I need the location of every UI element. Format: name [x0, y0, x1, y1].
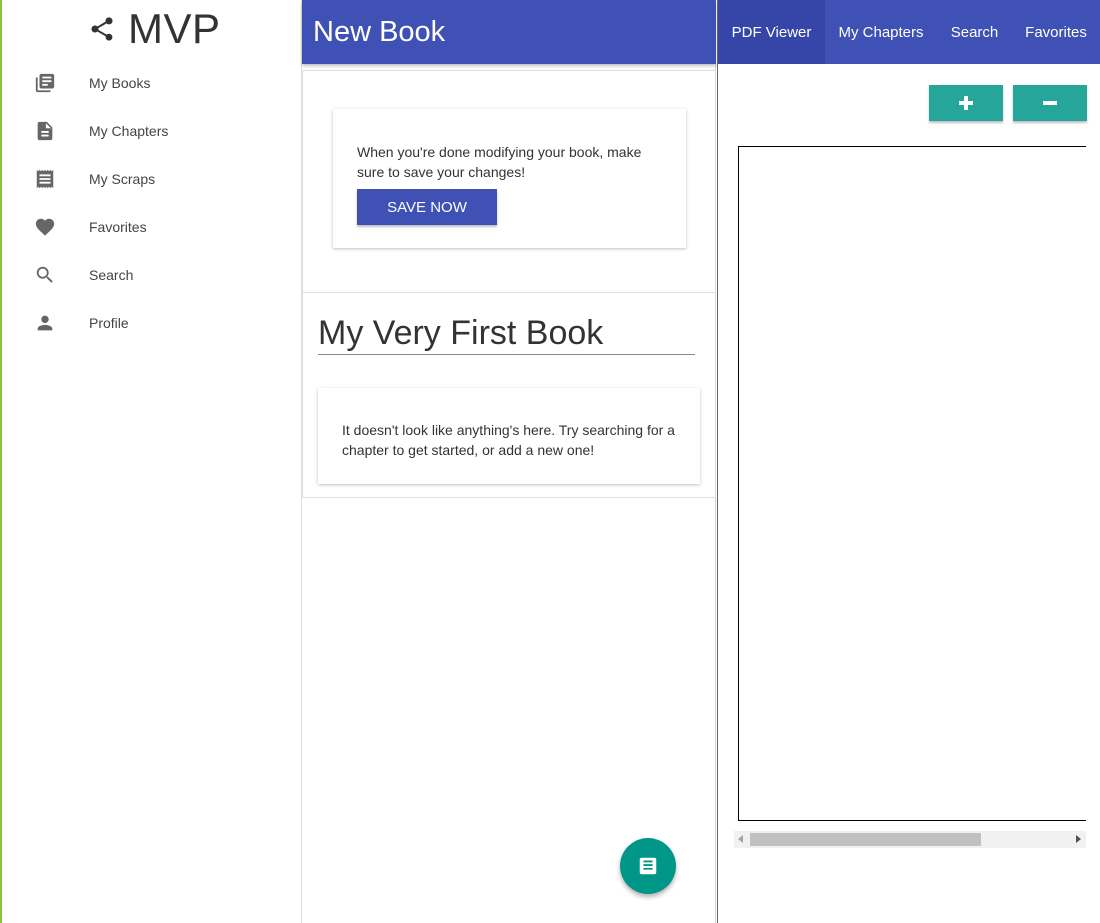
- new-chapter-icon: [639, 857, 657, 875]
- sidebar-nav: My Books My Chapters My Scraps Favorites: [2, 59, 302, 347]
- sidebar-item-my-books[interactable]: My Books: [2, 59, 302, 107]
- empty-chapters-text: It doesn't look like anything's here. Tr…: [342, 422, 675, 458]
- brand-title: MVP: [128, 5, 221, 52]
- book-title-field[interactable]: My Very First Book: [318, 311, 695, 355]
- sidebar-item-search[interactable]: Search: [2, 251, 302, 299]
- plus-icon: [959, 96, 973, 110]
- zoom-in-button[interactable]: [929, 85, 1003, 121]
- tab-my-chapters[interactable]: My Chapters: [825, 0, 937, 64]
- receipt-icon: [34, 168, 56, 190]
- sidebar-item-my-chapters[interactable]: My Chapters: [2, 107, 302, 155]
- divider: [303, 292, 715, 293]
- book-editor-panel: New Book When you're done modifying your…: [302, 0, 716, 923]
- scroll-right-arrow-icon[interactable]: [1076, 835, 1081, 843]
- sidebar-item-profile[interactable]: Profile: [2, 299, 302, 347]
- sidebar: MVP My Books My Chapters My Scraps Favor…: [0, 0, 302, 923]
- sidebar-item-my-scraps[interactable]: My Scraps: [2, 155, 302, 203]
- description-icon: [34, 120, 56, 142]
- pdf-viewer-canvas[interactable]: [738, 146, 1086, 821]
- viewer-panel: PDF Viewer My Chapters Search Favorites: [717, 0, 1100, 923]
- search-icon: [34, 264, 56, 286]
- tab-search[interactable]: Search: [937, 0, 1012, 64]
- add-chapter-fab[interactable]: [620, 838, 676, 894]
- editor-body: When you're done modifying your book, ma…: [302, 70, 716, 498]
- heart-icon: [34, 216, 56, 238]
- save-now-button[interactable]: SAVE NOW: [357, 189, 497, 225]
- scroll-left-arrow-icon[interactable]: [738, 835, 743, 843]
- viewer-tabs: PDF Viewer My Chapters Search Favorites: [718, 0, 1100, 64]
- sidebar-item-favorites[interactable]: Favorites: [2, 203, 302, 251]
- zoom-out-button[interactable]: [1013, 85, 1087, 121]
- sidebar-item-label: Profile: [89, 315, 129, 331]
- horizontal-scrollbar[interactable]: [734, 831, 1086, 848]
- person-icon: [34, 312, 56, 334]
- sidebar-item-label: Favorites: [89, 219, 147, 235]
- empty-chapters-card: It doesn't look like anything's here. Tr…: [318, 388, 700, 484]
- sidebar-item-label: Search: [89, 267, 134, 283]
- minus-icon: [1043, 101, 1057, 105]
- app-root: MVP My Books My Chapters My Scraps Favor…: [0, 0, 1100, 923]
- share-icon: [91, 17, 113, 41]
- page-title: New Book: [313, 16, 446, 48]
- library-books-icon: [34, 72, 56, 94]
- tab-favorites[interactable]: Favorites: [1012, 0, 1100, 64]
- brand[interactable]: MVP: [88, 6, 221, 52]
- save-reminder-card: When you're done modifying your book, ma…: [333, 109, 686, 248]
- sidebar-item-label: My Chapters: [89, 123, 169, 139]
- tab-pdf-viewer[interactable]: PDF Viewer: [718, 0, 825, 64]
- sidebar-item-label: My Scraps: [89, 171, 156, 187]
- scrollbar-thumb[interactable]: [750, 833, 981, 846]
- sidebar-item-label: My Books: [89, 75, 151, 91]
- editor-app-bar: New Book: [302, 0, 716, 64]
- save-reminder-text: When you're done modifying your book, ma…: [357, 144, 642, 180]
